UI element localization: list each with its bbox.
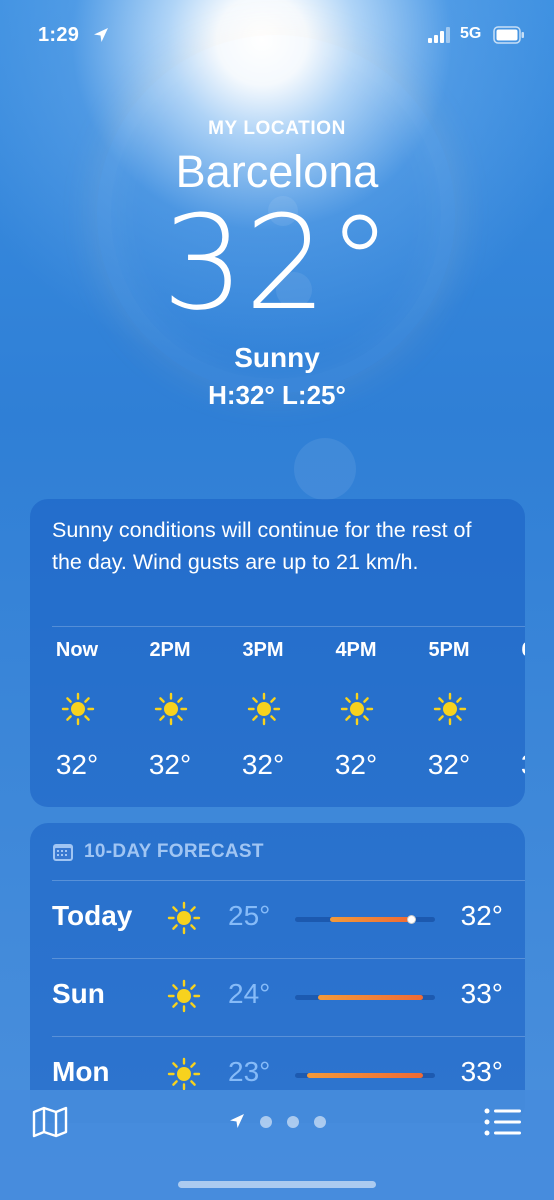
hour-temperature: 32° [241,749,285,780]
hour-label: Now [55,639,99,661]
current-temperature: 32° [161,187,393,339]
hour-temperature: 32° [507,749,525,781]
day-name: Sun [52,978,105,1009]
sun-icon [167,979,201,1013]
temperature-range-fill [306,1073,424,1078]
day-name: Today [52,900,133,931]
status-time: 1:29 [38,24,80,46]
temperature-range-bar [295,995,435,1000]
ten-day-title: 10-DAY FORECAST [84,841,264,862]
sun-icon [167,901,201,935]
sun-icon [154,692,188,726]
lens-flare [294,438,356,500]
sun-icon [61,692,95,726]
temperature-range-fill [330,917,412,922]
temperature-range-fill [318,995,424,1000]
home-indicator [178,1181,376,1188]
hour-label: 3PM [242,639,284,661]
location-arrow-icon[interactable] [228,1112,246,1130]
status-bar: 1:29 5G [0,0,554,70]
page-dot[interactable] [287,1116,299,1128]
hour-temperature: 32° [55,749,99,780]
current-condition: Sunny [234,342,320,373]
calendar-icon [53,844,73,861]
day-high: 32° [460,900,503,931]
hour-label: 4PM [335,639,377,661]
day-high: 33° [460,1056,503,1087]
hour-temperature: 32° [334,749,378,780]
high-low: H:32° L:25° [208,380,346,410]
hourly-forecast-card[interactable]: Sunny conditions will continue for the r… [30,499,525,807]
page-dot[interactable] [260,1116,272,1128]
network-type: 5G [460,25,482,42]
forecast-row[interactable]: Today 25° 32° [30,880,525,958]
temperature-range-bar [295,1073,435,1078]
day-low: 25° [228,900,271,931]
page-dot[interactable] [314,1116,326,1128]
hour-label: 6PM [507,639,525,662]
signal-icon [428,27,450,43]
hour-temperature: 32° [148,749,192,780]
day-low: 23° [228,1056,271,1087]
hour-label: 5PM [428,639,470,661]
battery-icon [493,26,524,44]
current-temperature-dot [407,915,417,924]
location-label: MY LOCATION [208,118,346,139]
sun-icon [167,1057,201,1091]
sun-icon [247,692,281,726]
location-arrow-icon [94,28,108,42]
temperature-range-bar [295,915,435,924]
day-high: 33° [460,978,503,1009]
hour-temperature: 32° [427,749,471,780]
map-icon[interactable] [32,1106,68,1138]
list-icon[interactable] [484,1108,522,1136]
day-low: 24° [228,978,271,1009]
divider [52,626,525,627]
forecast-row[interactable]: Sun 24° 33° [30,958,525,1036]
ten-day-forecast-card[interactable]: 10-DAY FORECAST Today 25° 32° Sun 24° 33… [30,823,525,1123]
sun-icon [433,692,467,726]
day-name: Mon [52,1056,110,1087]
hour-label: 2PM [149,639,191,661]
hourly-scroller[interactable]: Now 32° 2PM 32° 3PM 32° 4PM 32° 5PM 32° … [30,639,525,799]
sun-icon [340,692,374,726]
forecast-summary: Sunny conditions will continue for the r… [52,518,472,574]
